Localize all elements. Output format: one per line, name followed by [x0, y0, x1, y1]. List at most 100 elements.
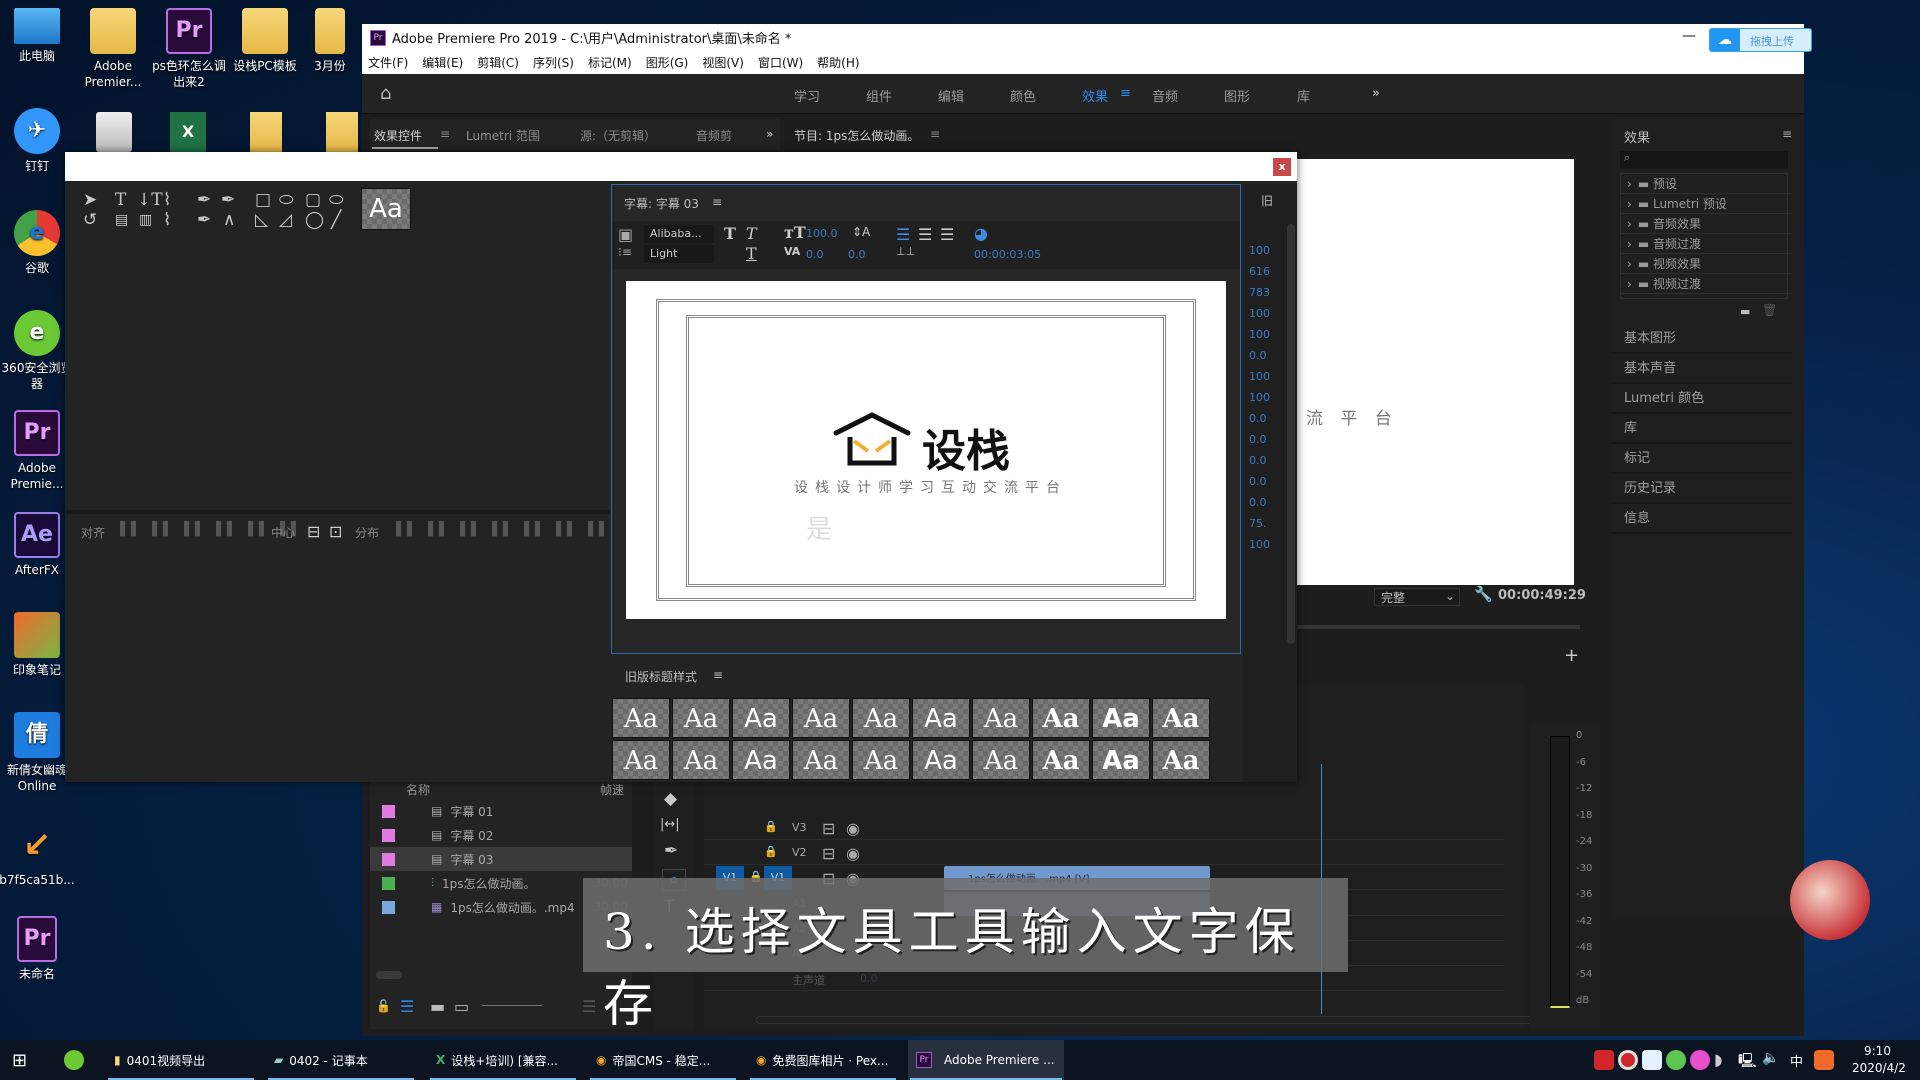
property-value[interactable]: 0.0: [1249, 475, 1267, 488]
title-style-swatch[interactable]: Aa: [792, 740, 850, 780]
title-style-swatch[interactable]: Aa: [612, 740, 670, 780]
clock-time[interactable]: 9:10: [1864, 1044, 1891, 1058]
align-left-icon[interactable]: ☰: [896, 225, 910, 244]
title-style-swatch[interactable]: Aa: [912, 740, 970, 780]
col-name[interactable]: 名称: [406, 781, 430, 798]
new-bin-icon[interactable]: ▬: [1740, 305, 1750, 318]
title-style-swatch[interactable]: Aa: [672, 740, 730, 780]
tab-source[interactable]: 源:（无剪辑）: [580, 127, 656, 144]
workspace-libraries[interactable]: 库: [1297, 86, 1310, 105]
freeform-view-icon[interactable]: ▭: [454, 997, 469, 1016]
taskbar-item-chrome-cms[interactable]: ◉ 帝国CMS - 稳定...: [588, 1040, 738, 1080]
menu-window[interactable]: 窗口(W): [758, 54, 803, 71]
effects-menu-icon[interactable]: ≡: [1782, 127, 1792, 141]
menu-file[interactable]: 文件(F): [368, 54, 408, 71]
tab-menu-icon[interactable]: ≡: [440, 127, 450, 141]
line-tool-icon[interactable]: ╱: [331, 210, 341, 230]
workspace-graphics[interactable]: 图形: [1224, 86, 1250, 105]
section-history[interactable]: 历史记录: [1612, 474, 1792, 504]
desktop-icon-ps-project[interactable]: Pr ps色环怎么调出来2: [148, 8, 230, 90]
wedge-tool-icon[interactable]: ◺: [255, 210, 268, 230]
lock-icon[interactable]: 🔒: [764, 820, 778, 833]
title-style-swatch[interactable]: Aa: [852, 740, 910, 780]
property-value[interactable]: 100: [1249, 307, 1270, 320]
network-icon[interactable]: 🖳: [1738, 1050, 1758, 1070]
section-info[interactable]: 信息: [1612, 504, 1792, 534]
property-value[interactable]: 0.0: [1249, 412, 1267, 425]
pen-tool-icon[interactable]: ✒: [664, 841, 678, 861]
property-value[interactable]: 100: [1249, 538, 1270, 551]
property-value[interactable]: 100: [1249, 244, 1270, 257]
tree-item-video-effects[interactable]: › ▬ 视频效果: [1621, 254, 1791, 274]
workspace-color[interactable]: 颜色: [1010, 86, 1036, 105]
sync-icon[interactable]: ⊟: [822, 819, 835, 838]
workspace-effects[interactable]: 效果: [1082, 86, 1108, 105]
pen-tool-icon[interactable]: ✒: [197, 190, 211, 210]
tree-item-video-transitions[interactable]: › ▬ 视频过渡: [1621, 274, 1791, 294]
property-value[interactable]: 100: [1249, 391, 1270, 404]
tree-item-presets[interactable]: › ▬ 预设: [1621, 174, 1791, 194]
vertical-path-type-tool-icon[interactable]: ⌇: [163, 210, 171, 230]
kerning-value[interactable]: 0.0: [806, 248, 824, 261]
title-style-swatch[interactable]: Aa: [792, 698, 850, 738]
property-value[interactable]: 0.0: [1249, 454, 1267, 467]
menu-edit[interactable]: 编辑(E): [422, 54, 463, 71]
section-essential-graphics[interactable]: 基本图形: [1612, 324, 1792, 354]
title-style-swatch[interactable]: Aa: [612, 698, 670, 738]
netease-music-icon[interactable]: [1594, 1050, 1614, 1070]
align-center-icon[interactable]: ☰: [918, 225, 932, 244]
styles-menu-icon[interactable]: ≡: [713, 668, 723, 682]
zoom-select[interactable]: 完整 ⌄: [1374, 588, 1460, 606]
title-style-swatch[interactable]: Aa: [732, 698, 790, 738]
program-menu-icon[interactable]: ≡: [930, 127, 940, 141]
align-right-icon[interactable]: ☰: [940, 225, 954, 244]
add-anchor-tool-icon[interactable]: ✒: [197, 210, 211, 230]
menu-view[interactable]: 视图(V): [702, 54, 744, 71]
project-item-selected[interactable]: ▤ 字幕 03: [370, 847, 632, 871]
list-view-icon[interactable]: ☰: [400, 997, 414, 1016]
360-browser-taskbar-icon[interactable]: [64, 1050, 84, 1070]
section-lumetri-color[interactable]: Lumetri 颜色: [1612, 384, 1792, 414]
ime-indicator[interactable]: 中: [1790, 1051, 1803, 1070]
title-style-swatch[interactable]: Aa: [672, 698, 730, 738]
background-timecode[interactable]: 00:00:03:05: [974, 248, 1041, 261]
tab-lumetri-scopes[interactable]: Lumetri 范围: [466, 127, 540, 144]
title-style-swatch[interactable]: Aa: [912, 698, 970, 738]
property-value[interactable]: 616: [1249, 265, 1270, 278]
font-size-icon[interactable]: ᴛT: [784, 223, 806, 242]
property-value[interactable]: 75.: [1249, 517, 1267, 530]
title-style-swatch[interactable]: Aa: [1032, 698, 1090, 738]
bold-icon[interactable]: T: [724, 224, 736, 243]
title-style-swatch[interactable]: Aa: [1092, 698, 1150, 738]
center-vertical-icon[interactable]: ⊡: [329, 522, 342, 541]
lock-icon[interactable]: 🔒: [764, 845, 778, 858]
desktop-icon-shortcut[interactable]: ↙ b7f5ca51b...: [0, 822, 78, 888]
home-icon[interactable]: ⌂: [380, 83, 391, 104]
excel-file-icon[interactable]: X: [170, 112, 206, 152]
desktop-icon-shezhan-template[interactable]: 设栈PC模板: [224, 8, 306, 74]
minimize-button[interactable]: —: [1682, 28, 1696, 44]
center-horizontal-icon[interactable]: ⊟: [307, 522, 320, 541]
sort-icon[interactable]: ☰: [582, 997, 596, 1016]
desktop-icon-this-pc[interactable]: 此电脑: [0, 8, 78, 64]
title-canvas[interactable]: 设栈 设栈设计师学习互动交流平台 是: [626, 281, 1226, 619]
title-style-swatch[interactable]: Aa: [972, 740, 1030, 780]
vertical-area-type-tool-icon[interactable]: ▥: [139, 210, 152, 230]
lock-icon[interactable]: 🔓: [376, 999, 391, 1013]
rounded-rectangle-tool-icon[interactable]: ▢: [305, 190, 321, 210]
type-tool-icon[interactable]: T: [115, 190, 126, 210]
tab-effect-controls[interactable]: 效果控件: [374, 127, 422, 144]
tab-stops-icon[interactable]: ⁝≡: [618, 245, 632, 259]
volume-icon[interactable]: 🔈: [1762, 1050, 1782, 1070]
menu-sequence[interactable]: 序列(S): [533, 54, 574, 71]
tab-audio-clip-mixer[interactable]: 音频剪: [696, 127, 732, 144]
property-value[interactable]: 100: [1249, 370, 1270, 383]
title-style-swatch[interactable]: Aa: [852, 698, 910, 738]
property-value[interactable]: 0.0: [1249, 496, 1267, 509]
properties-scrollbar[interactable]: [1287, 224, 1295, 644]
underline-icon[interactable]: T: [746, 244, 757, 263]
desktop-icon-march[interactable]: 3月份: [300, 8, 360, 74]
section-markers[interactable]: 标记: [1612, 444, 1792, 474]
section-essential-sound[interactable]: 基本声音: [1612, 354, 1792, 384]
add-button-icon[interactable]: +: [1564, 645, 1579, 666]
